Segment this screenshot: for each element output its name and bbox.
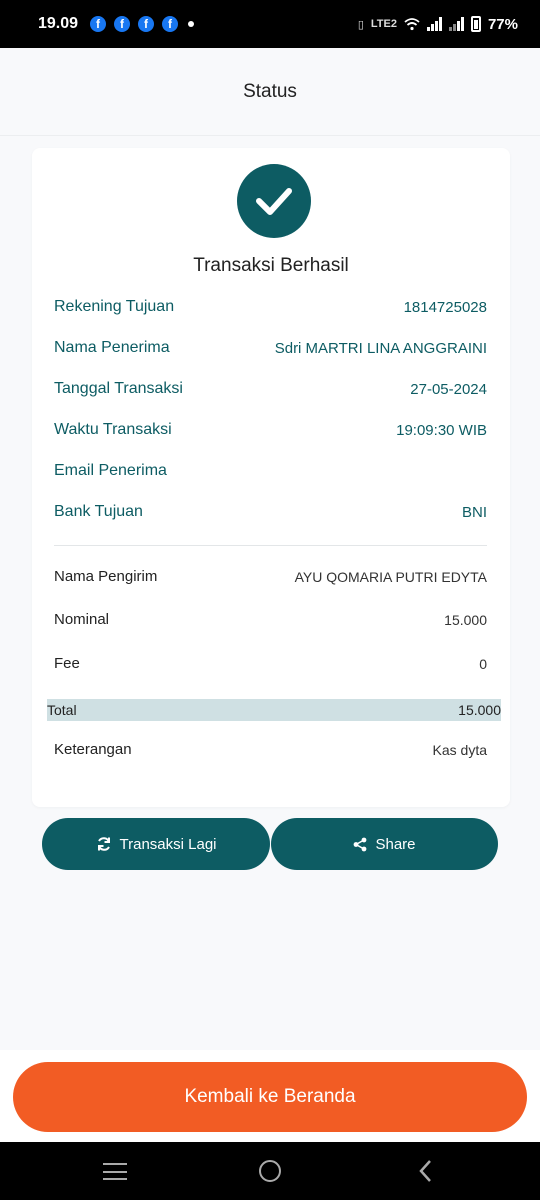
page-title: Status bbox=[243, 80, 297, 102]
detail-row-tanggal-transaksi: Tanggal Transaksi 27-05-2024 bbox=[54, 380, 487, 398]
detail-value: 19:09:30 WIB bbox=[396, 421, 487, 439]
detail-row-nominal: Nominal 15.000 bbox=[54, 611, 487, 628]
detail-value: 1814725028 bbox=[403, 298, 487, 316]
detail-row-nama-penerima: Nama Penerima Sdri MARTRI LINA ANGGRAINI bbox=[54, 339, 487, 357]
detail-label: Email Penerima bbox=[54, 462, 167, 479]
detail-value: Sdri MARTRI LINA ANGGRAINI bbox=[274, 339, 487, 357]
detail-label: Waktu Transaksi bbox=[54, 421, 172, 438]
recent-apps-icon[interactable] bbox=[103, 1163, 127, 1180]
back-icon[interactable] bbox=[418, 1159, 432, 1183]
bottom-panel: Kembali ke Beranda bbox=[0, 1050, 540, 1142]
facebook-icon: f bbox=[90, 16, 107, 32]
transaksi-lagi-label: Transaksi Lagi bbox=[119, 835, 217, 853]
status-time: 19.09 bbox=[38, 15, 79, 32]
more-notifications-dot bbox=[188, 21, 195, 27]
kembali-ke-beranda-button[interactable]: Kembali ke Beranda bbox=[13, 1062, 527, 1132]
detail-label: Rekening Tujuan bbox=[54, 298, 175, 315]
battery-percent: 77% bbox=[487, 15, 518, 33]
detail-value: 0 bbox=[479, 655, 487, 672]
result-title: Transaksi Berhasil bbox=[193, 255, 349, 276]
detail-value: 27-05-2024 bbox=[410, 380, 487, 398]
wifi-icon bbox=[404, 17, 420, 30]
detail-row-bank-tujuan: Bank Tujuan BNI bbox=[54, 503, 487, 521]
home-icon[interactable] bbox=[259, 1160, 281, 1182]
detail-value: AYU QOMARIA PUTRI EDYTA bbox=[294, 568, 487, 585]
total-value: 15.000 bbox=[458, 702, 501, 718]
total-label: Total bbox=[47, 702, 77, 718]
receipt-card: Transaksi Berhasil Rekening Tujuan 18147… bbox=[32, 148, 510, 807]
network-label: LTE2 bbox=[370, 18, 397, 30]
system-nav-bar bbox=[0, 1142, 540, 1200]
transaksi-lagi-button[interactable]: Transaksi Lagi bbox=[42, 818, 270, 870]
detail-row-email-penerima: Email Penerima bbox=[54, 462, 487, 480]
detail-label: Tanggal Transaksi bbox=[54, 380, 183, 397]
facebook-icon: f bbox=[138, 16, 155, 32]
status-bar: 19.09 f f f f ▯ LTE2 77% bbox=[0, 0, 540, 48]
facebook-icon: f bbox=[162, 16, 179, 32]
detail-label: Nama Pengirim bbox=[54, 568, 158, 585]
signal-icon bbox=[448, 17, 464, 31]
detail-row-nama-pengirim: Nama Pengirim AYU QOMARIA PUTRI EDYTA bbox=[54, 568, 487, 585]
detail-row-keterangan: Keterangan Kas dyta bbox=[54, 741, 487, 758]
status-indicators: ▯ LTE2 77% bbox=[358, 16, 518, 33]
detail-label: Keterangan bbox=[54, 741, 132, 758]
facebook-icon: f bbox=[114, 16, 131, 32]
detail-label: Nominal bbox=[54, 611, 110, 628]
detail-row-waktu-transaksi: Waktu Transaksi 19:09:30 WIB bbox=[54, 421, 487, 439]
share-button[interactable]: Share bbox=[271, 818, 498, 870]
detail-label: Fee bbox=[54, 655, 80, 672]
refresh-icon bbox=[97, 837, 110, 851]
detail-label: Nama Penerima bbox=[54, 339, 170, 356]
share-icon bbox=[354, 837, 367, 851]
detail-value: BNI bbox=[461, 503, 487, 521]
detail-row-fee: Fee 0 bbox=[54, 655, 487, 672]
success-badge bbox=[237, 164, 311, 238]
detail-row-rekening-tujuan: Rekening Tujuan 1814725028 bbox=[54, 298, 487, 316]
detail-label: Bank Tujuan bbox=[54, 503, 143, 520]
detail-value: Kas dyta bbox=[432, 741, 487, 758]
check-icon bbox=[256, 188, 292, 215]
share-label: Share bbox=[375, 835, 416, 853]
signal-icon bbox=[426, 17, 442, 31]
app-header: Status bbox=[0, 48, 540, 136]
battery-icon bbox=[470, 16, 481, 32]
divider bbox=[54, 545, 487, 546]
vibrate-icon: ▯ bbox=[357, 18, 364, 31]
detail-value: 15.000 bbox=[444, 611, 487, 628]
total-row: Total 15.000 bbox=[47, 699, 501, 721]
